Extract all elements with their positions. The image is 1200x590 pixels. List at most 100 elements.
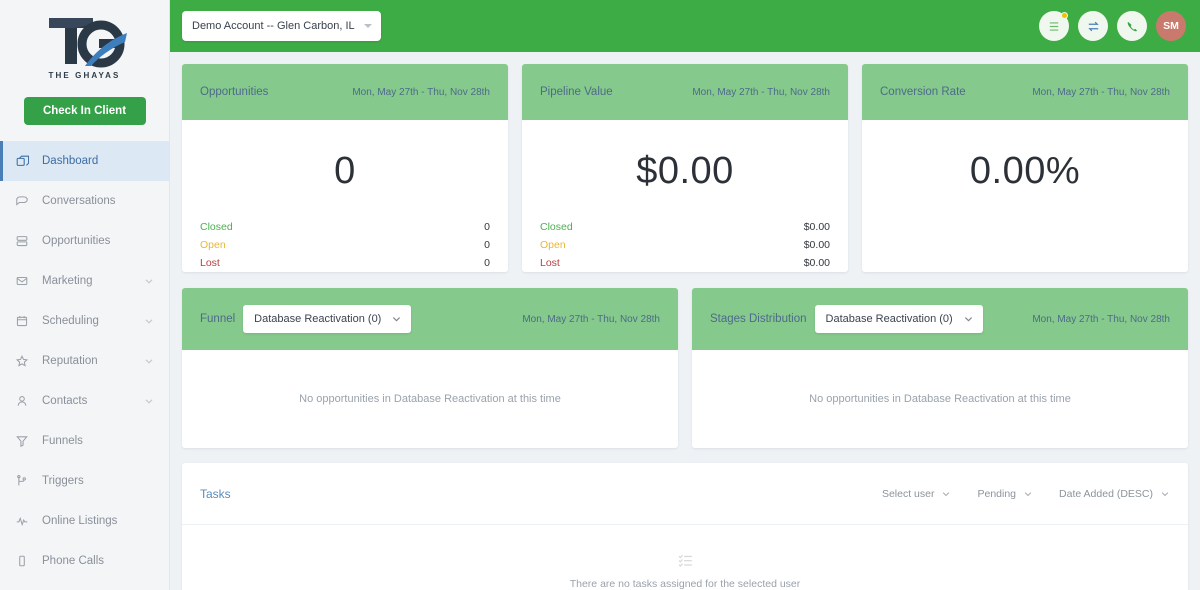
sidebar-item-marketing[interactable]: Marketing: [0, 261, 169, 301]
sidebar-item-label: Triggers: [42, 475, 84, 487]
card-header: Opportunities Mon, May 27th - Thu, Nov 2…: [182, 64, 508, 120]
tasks-empty-message: There are no tasks assigned for the sele…: [569, 578, 801, 590]
stages-distribution-panel: Stages Distribution Database Reactivatio…: [692, 288, 1188, 448]
avatar[interactable]: SM: [1156, 11, 1186, 41]
brand-logo[interactable]: THE GHAYAS: [0, 0, 169, 88]
tasks-user-filter[interactable]: Select user: [882, 488, 952, 500]
sidebar-item-label: Opportunities: [42, 235, 111, 247]
sidebar-item-scheduling[interactable]: Scheduling: [0, 301, 169, 341]
breakdown-row: Closed $0.00: [540, 218, 830, 236]
card-title: Pipeline Value: [540, 86, 613, 98]
phone-call-button[interactable]: [1117, 11, 1147, 41]
sidebar-item-opportunities[interactable]: Opportunities: [0, 221, 169, 261]
panel-title: Stages Distribution: [710, 313, 807, 325]
breakdown-value: 0: [484, 239, 490, 251]
breakdown-label: Closed: [200, 221, 233, 233]
breakdown-value: $0.00: [803, 221, 830, 233]
breakdown-row: Lost $0.00: [540, 254, 830, 272]
tasks-sort-filter[interactable]: Date Added (DESC): [1059, 488, 1170, 500]
breakdown-label: Closed: [540, 221, 573, 233]
sidebar-item-conversations[interactable]: Conversations: [0, 181, 169, 221]
panel-header: Funnel Database Reactivation (0) Mon, Ma…: [182, 288, 678, 350]
tasks-status-filter-value: Pending: [977, 487, 1017, 500]
sidebar-item-online-listings[interactable]: Online Listings: [0, 501, 169, 541]
sidebar-item-label: Funnels: [42, 435, 83, 447]
triggers-icon: [14, 473, 30, 489]
opportunities-total: 0: [334, 150, 356, 192]
breakdown-row: Open $0.00: [540, 236, 830, 254]
mobile-phone-icon: [14, 553, 30, 569]
chevron-down-icon: [143, 275, 155, 287]
funnel-select[interactable]: Database Reactivation (0): [243, 305, 412, 333]
dashboard-app: THE GHAYAS Check In Client Dashboard Con…: [0, 0, 1200, 590]
person-icon: [14, 393, 30, 409]
panel-header: Stages Distribution Database Reactivatio…: [692, 288, 1188, 350]
breakdown-value: $0.00: [803, 257, 830, 269]
breakdown-row: Open 0: [200, 236, 490, 254]
panel-title: Funnel: [200, 313, 236, 325]
breakdown-list: Closed $0.00 Open $0.00 Lost $0.00: [540, 218, 830, 272]
sidebar-item-contacts[interactable]: Contacts: [0, 381, 169, 421]
card-body: 0 Closed 0 Open 0 Lost 0: [182, 120, 508, 272]
stages-funnel-select[interactable]: Database Reactivation (0): [814, 305, 983, 333]
tasks-user-filter-value: Select user: [881, 487, 935, 500]
pulse-icon: [14, 513, 30, 529]
card-date-range: Mon, May 27th - Thu, Nov 28th: [692, 86, 830, 98]
sidebar-item-label: Scheduling: [42, 315, 99, 327]
top-bar: Demo Account -- Glen Carbon, IL SM: [170, 0, 1200, 52]
stat-card-row: Opportunities Mon, May 27th - Thu, Nov 2…: [170, 64, 1200, 272]
topbar-actions: SM: [1039, 11, 1186, 41]
conversion-rate-card: Conversion Rate Mon, May 27th - Thu, Nov…: [862, 64, 1188, 272]
breakdown-list: Closed 0 Open 0 Lost 0: [200, 218, 490, 272]
tg-monogram-logo: [48, 18, 127, 68]
card-date-range: Mon, May 27th - Thu, Nov 28th: [352, 86, 490, 98]
brand-name: THE GHAYAS: [48, 71, 121, 80]
breakdown-value: 0: [484, 221, 490, 233]
tasks-list-icon: [1049, 21, 1058, 31]
chevron-down-icon: [1024, 491, 1032, 496]
card-header: Conversion Rate Mon, May 27th - Thu, Nov…: [862, 64, 1188, 120]
stages-funnel-select-value: Database Reactivation (0): [825, 313, 953, 325]
task-list-icon: [677, 552, 694, 569]
calendar-icon: [14, 313, 30, 329]
panel-body: No opportunities in Database Reactivatio…: [182, 350, 678, 448]
chevron-down-icon: [143, 315, 155, 327]
breakdown-label: Lost: [540, 257, 560, 269]
sidebar-item-phone-calls[interactable]: Phone Calls: [0, 541, 169, 581]
check-in-client-button[interactable]: Check In Client: [23, 97, 146, 125]
funnel-select-value: Database Reactivation (0): [254, 313, 382, 325]
funnel-panel: Funnel Database Reactivation (0) Mon, Ma…: [182, 288, 678, 448]
breakdown-label: Lost: [200, 257, 220, 269]
sidebar-item-reputation[interactable]: Reputation: [0, 341, 169, 381]
card-title: Opportunities: [200, 86, 269, 98]
sidebar-item-label: Marketing: [42, 275, 93, 287]
tasks-sort-filter-value: Date Added (DESC): [1059, 487, 1153, 500]
switch-account-icon: [1087, 21, 1099, 31]
tasks-header: Tasks Select user Pending Date Added (DE…: [182, 463, 1188, 525]
panel-body: No opportunities in Database Reactivatio…: [692, 350, 1188, 448]
notification-badge: [1061, 12, 1068, 19]
tasks-status-filter[interactable]: Pending: [977, 488, 1033, 500]
sidebar-item-label: Conversations: [42, 195, 116, 207]
breakdown-label: Open: [540, 239, 566, 251]
sidebar-item-dashboard[interactable]: Dashboard: [0, 141, 169, 181]
tasks-list-button[interactable]: [1039, 11, 1069, 41]
stages-empty-message: No opportunities in Database Reactivatio…: [809, 393, 1071, 405]
sidebar-nav: Dashboard Conversations Opportunities Ma…: [0, 141, 169, 581]
breakdown-row: Closed 0: [200, 218, 490, 236]
sidebar-item-funnels[interactable]: Funnels: [0, 421, 169, 461]
breakdown-value: 0: [484, 257, 490, 269]
breakdown-label: Open: [200, 239, 226, 251]
panel-date-range: Mon, May 27th - Thu, Nov 28th: [1032, 313, 1170, 325]
sidebar: THE GHAYAS Check In Client Dashboard Con…: [0, 0, 170, 590]
chevron-down-icon: [143, 355, 155, 367]
account-selector[interactable]: Demo Account -- Glen Carbon, IL: [182, 11, 381, 41]
funnel-icon: [14, 433, 30, 449]
main-area: Demo Account -- Glen Carbon, IL SM Oppor…: [170, 0, 1200, 590]
sidebar-item-triggers[interactable]: Triggers: [0, 461, 169, 501]
card-body: 0.00%: [862, 120, 1188, 272]
sidebar-item-label: Reputation: [42, 355, 98, 367]
switch-account-button[interactable]: [1078, 11, 1108, 41]
panel-date-range: Mon, May 27th - Thu, Nov 28th: [522, 313, 660, 325]
star-icon: [14, 353, 30, 369]
